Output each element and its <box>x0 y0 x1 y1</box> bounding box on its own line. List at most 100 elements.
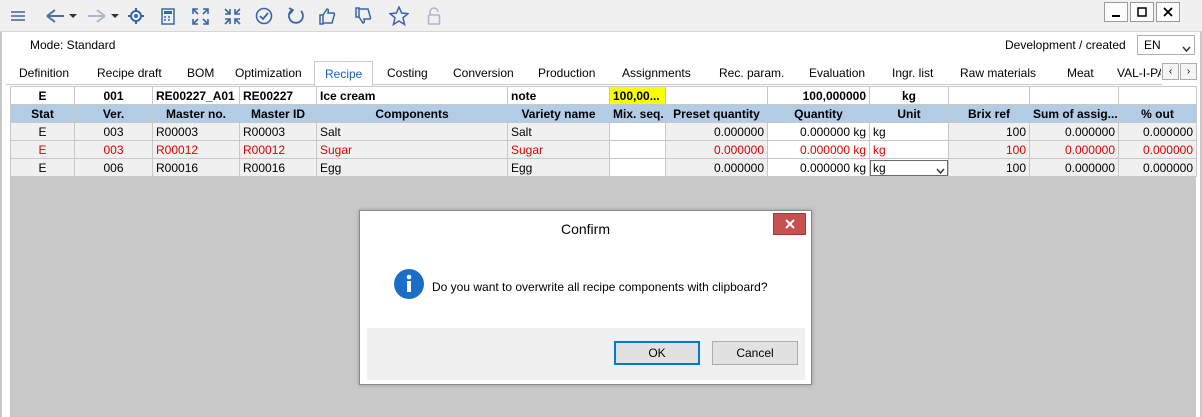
cell-master-id[interactable]: R00012 <box>239 140 317 159</box>
tab-production[interactable]: Production <box>538 64 595 85</box>
forward-dropdown-icon[interactable] <box>110 4 120 28</box>
cell-variety[interactable]: Salt <box>507 122 610 141</box>
cell-brix[interactable]: 100 <box>948 158 1030 177</box>
tab-evaluation[interactable]: Evaluation <box>809 64 865 85</box>
cell-mix-seq[interactable] <box>609 158 666 177</box>
cell-master-id[interactable]: R00016 <box>239 158 317 177</box>
back-icon[interactable] <box>44 4 66 28</box>
col-percent-out[interactable]: % out <box>1118 104 1197 123</box>
check-icon[interactable] <box>254 4 274 28</box>
col-master-no[interactable]: Master no. <box>152 104 240 123</box>
cell-stat[interactable]: E <box>10 122 75 141</box>
tab-recipe-draft[interactable]: Recipe draft <box>97 64 162 85</box>
cell-master-no[interactable]: R00012 <box>152 140 240 159</box>
cell-unit[interactable]: kg <box>869 140 949 159</box>
col-stat[interactable]: Stat <box>10 104 75 123</box>
summary-mix-value[interactable]: 100,00... <box>609 86 666 105</box>
cell-sum[interactable]: 0.000000 <box>1029 158 1119 177</box>
col-quantity[interactable]: Quantity <box>767 104 870 123</box>
language-select[interactable]: EN <box>1137 35 1195 55</box>
cell-stat[interactable]: E <box>10 158 75 177</box>
cell-ver[interactable]: 003 <box>74 122 153 141</box>
cell-unit[interactable]: kg <box>869 122 949 141</box>
col-master-id[interactable]: Master ID <box>239 104 317 123</box>
col-brix-ref[interactable]: Brix ref <box>948 104 1030 123</box>
cell-mix-seq[interactable] <box>609 122 666 141</box>
cell-out[interactable]: 0.000000 <box>1118 158 1197 177</box>
cell-preset[interactable]: 0.000000 <box>665 122 768 141</box>
settings-icon[interactable] <box>126 4 146 28</box>
cell-out[interactable]: 0.000000 <box>1118 122 1197 141</box>
col-components[interactable]: Components <box>316 104 508 123</box>
cell-preset[interactable]: 0.000000 <box>665 140 768 159</box>
cell-quantity[interactable]: 0.000000 kg <box>767 140 870 159</box>
minimize-button[interactable] <box>1104 2 1128 22</box>
dialog-close-button[interactable] <box>773 213 806 235</box>
star-icon[interactable] <box>388 4 410 28</box>
thumbs-down-icon[interactable] <box>352 4 374 28</box>
lock-icon[interactable] <box>424 4 444 28</box>
tab-definition[interactable]: Definition <box>19 64 69 85</box>
cell-master-no[interactable]: R00016 <box>152 158 240 177</box>
cell-brix[interactable]: 100 <box>948 140 1030 159</box>
cell-out[interactable]: 0.000000 <box>1118 140 1197 159</box>
cell-quantity[interactable]: 0.000000 kg <box>767 158 870 177</box>
cell-quantity[interactable]: 0.000000 kg <box>767 122 870 141</box>
cell-component[interactable]: Salt <box>316 122 508 141</box>
close-window-button[interactable] <box>1156 2 1180 22</box>
cell-ver[interactable]: 003 <box>74 140 153 159</box>
tab-ingr-list[interactable]: Ingr. list <box>892 64 933 85</box>
cell-stat[interactable]: E <box>10 140 75 159</box>
forward-icon[interactable] <box>86 4 108 28</box>
tab-scroll-right-button[interactable]: › <box>1180 63 1197 80</box>
tab-scroll-left-button[interactable]: ‹ <box>1162 63 1179 80</box>
menu-icon[interactable] <box>8 4 28 28</box>
cell-sum[interactable]: 0.000000 <box>1029 122 1119 141</box>
cell-brix[interactable]: 100 <box>948 122 1030 141</box>
col-ver[interactable]: Ver. <box>74 104 153 123</box>
tab-conversion[interactable]: Conversion <box>453 64 514 85</box>
cell-mix-seq[interactable] <box>609 140 666 159</box>
cancel-button[interactable]: Cancel <box>712 341 798 365</box>
cell-component[interactable]: Sugar <box>316 140 508 159</box>
tab-optimization[interactable]: Optimization <box>235 64 302 85</box>
col-variety-name[interactable]: Variety name <box>507 104 610 123</box>
calculator-icon[interactable] <box>158 4 178 28</box>
close-icon <box>784 219 795 229</box>
col-unit[interactable]: Unit <box>869 104 949 123</box>
cell-component[interactable]: Egg <box>316 158 508 177</box>
tab-bom[interactable]: BOM <box>187 64 214 85</box>
cell-variety[interactable]: Sugar <box>507 140 610 159</box>
cell-sum[interactable]: 0.000000 <box>1029 140 1119 159</box>
unit-select[interactable]: kg <box>870 159 948 176</box>
refresh-icon[interactable] <box>286 4 306 28</box>
collapse-icon[interactable] <box>222 4 242 28</box>
cell-ver[interactable]: 006 <box>74 158 153 177</box>
tab-raw-materials[interactable]: Raw materials <box>960 64 1036 85</box>
thumbs-up-icon[interactable] <box>316 4 338 28</box>
cell-master-no[interactable]: R00003 <box>152 122 240 141</box>
tab-bar: Definition Recipe draft BOM Optimization… <box>6 61 1162 86</box>
tab-rec-param[interactable]: Rec. param. <box>719 64 784 85</box>
column-header-row: Stat Ver. Master no. Master ID Component… <box>10 104 1197 123</box>
tab-recipe[interactable]: Recipe <box>314 61 374 86</box>
table-row[interactable]: E 003 R00003 R00003 Salt Salt 0.000000 0… <box>10 122 1197 141</box>
table-row[interactable]: E 006 R00016 R00016 Egg Egg 0.000000 0.0… <box>10 158 1197 177</box>
col-mix-seq[interactable]: Mix. seq. <box>609 104 666 123</box>
tab-val-i-pa[interactable]: VAL-I-PA <box>1117 64 1161 85</box>
col-preset-quantity[interactable]: Preset quantity <box>665 104 768 123</box>
back-dropdown-icon[interactable] <box>68 4 78 28</box>
summary-brix <box>948 86 1030 105</box>
table-row[interactable]: E 003 R00012 R00012 Sugar Sugar 0.000000… <box>10 140 1197 159</box>
ok-button[interactable]: OK <box>614 341 700 365</box>
tab-costing[interactable]: Costing <box>387 64 428 85</box>
cell-master-id[interactable]: R00003 <box>239 122 317 141</box>
cell-variety[interactable]: Egg <box>507 158 610 177</box>
maximize-button[interactable] <box>1130 2 1154 22</box>
tab-meat[interactable]: Meat <box>1067 64 1094 85</box>
tab-assignments[interactable]: Assignments <box>622 64 691 85</box>
cell-unit[interactable]: kg <box>869 158 949 177</box>
expand-icon[interactable] <box>190 4 210 28</box>
col-sum-of-assig[interactable]: Sum of assig... <box>1029 104 1119 123</box>
cell-preset[interactable]: 0.000000 <box>665 158 768 177</box>
